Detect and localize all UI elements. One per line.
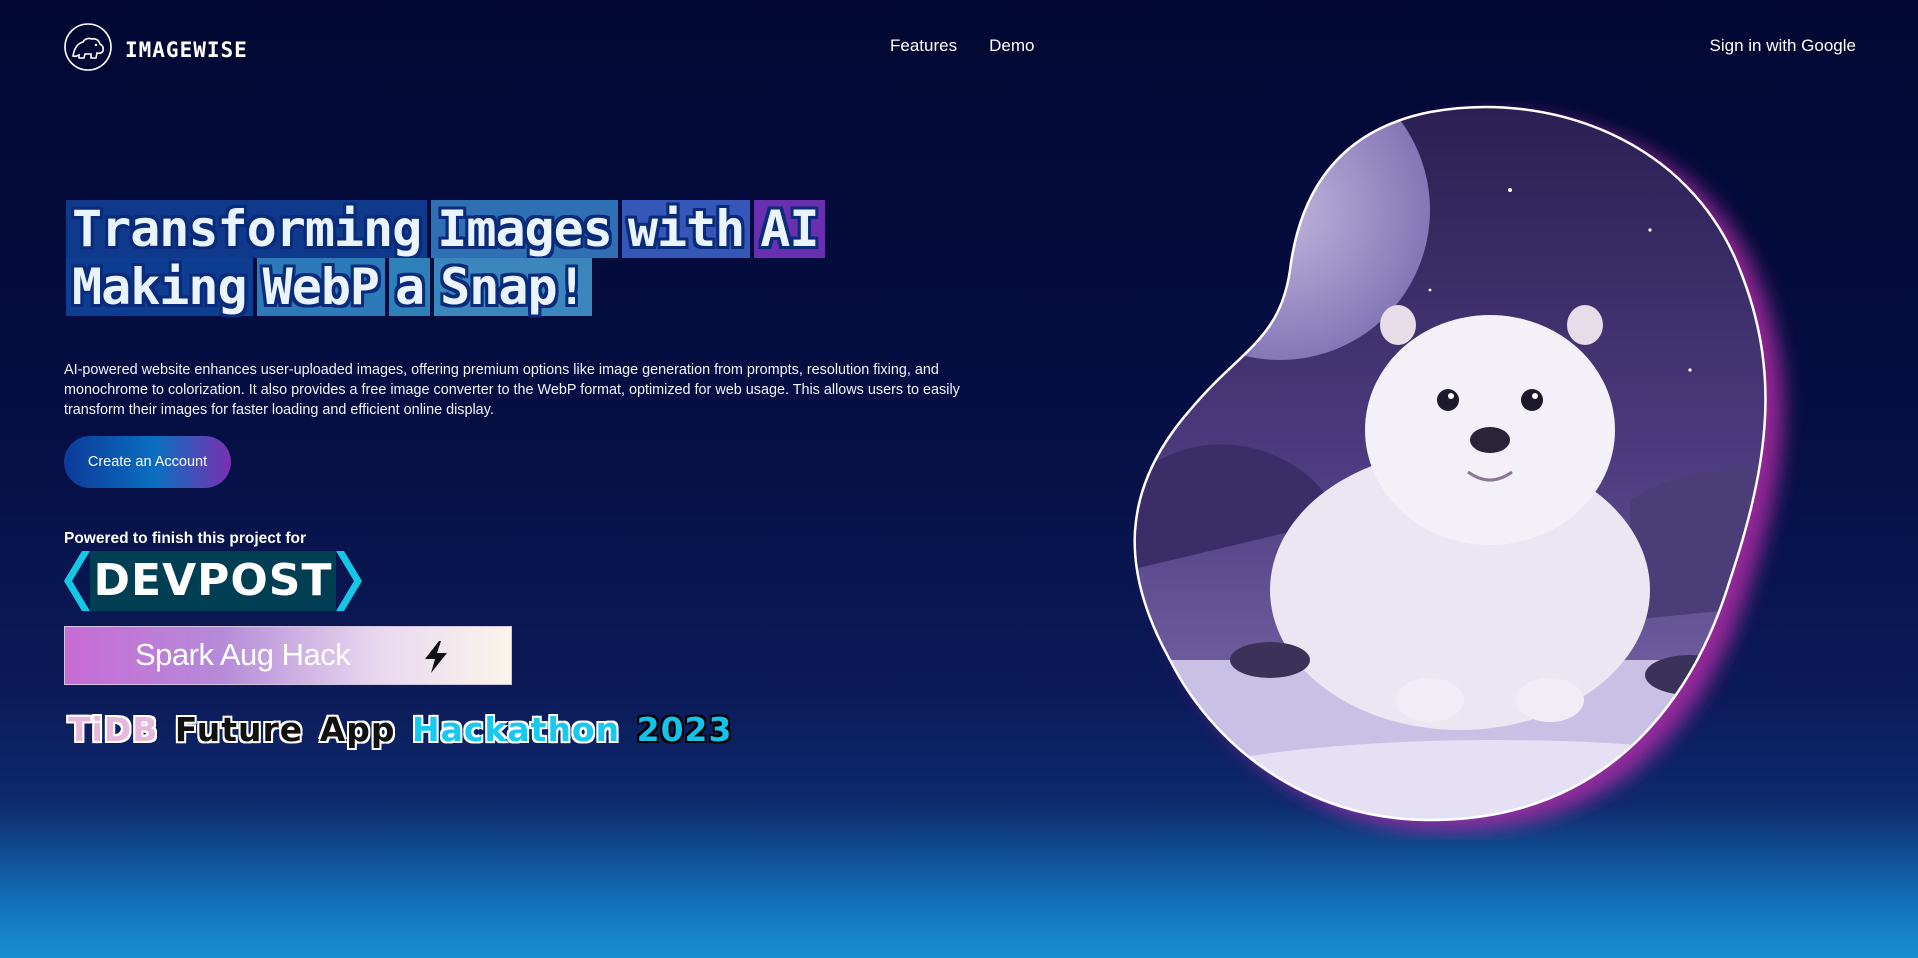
- spark-hack-banner[interactable]: Spark Aug Hack: [64, 626, 512, 685]
- hero-image: [1130, 100, 1860, 840]
- right-bracket-icon: [336, 551, 362, 611]
- site-header: IMAGEWISE Features Demo Sign in with Goo…: [0, 0, 1918, 92]
- hackathon-word: Hackathon: [412, 710, 621, 749]
- main-nav: Features Demo: [890, 36, 1034, 56]
- headline-word: Making: [66, 258, 253, 316]
- headline-word: Transforming: [66, 200, 428, 258]
- bear-logo-icon: [63, 22, 113, 77]
- create-account-button[interactable]: Create an Account: [64, 436, 231, 488]
- nav-features[interactable]: Features: [890, 36, 957, 56]
- hero-headline: Transforming Images with AI Making WebP a Snap…: [66, 200, 829, 316]
- tidb-hackathon-banner[interactable]: TiDB Future App Hackathon 2023: [66, 710, 734, 749]
- left-bracket-icon: [64, 551, 90, 611]
- otter-illustration-icon: [1133, 105, 1784, 830]
- headline-word: Images: [431, 200, 618, 258]
- headline-word: Snap!: [434, 258, 592, 316]
- tidb-word: TiDB: [68, 710, 159, 749]
- lightning-bolt-icon: [425, 641, 447, 673]
- headline-word: AI: [754, 200, 825, 258]
- signin-google-link[interactable]: Sign in with Google: [1710, 36, 1856, 56]
- headline-line-2: Making WebP a Snap!: [66, 258, 829, 316]
- logo[interactable]: IMAGEWISE: [63, 22, 248, 77]
- app-word: App: [319, 710, 396, 749]
- year-word: 2023: [636, 710, 733, 749]
- hero-description: AI-powered website enhances user-uploade…: [64, 362, 960, 418]
- devpost-label: DEVPOST: [90, 551, 336, 611]
- spark-label: Spark Aug Hack: [135, 637, 351, 672]
- headline-word: a: [389, 258, 431, 316]
- brand-name: IMAGEWISE: [125, 37, 248, 62]
- headline-line-1: Transforming Images with AI: [66, 200, 829, 258]
- future-word: Future: [174, 710, 304, 749]
- headline-word: WebP: [256, 258, 386, 316]
- powered-label: Powered to finish this project for: [64, 530, 306, 547]
- headline-word: with: [621, 200, 751, 258]
- devpost-badge[interactable]: DEVPOST: [64, 551, 362, 611]
- nav-demo[interactable]: Demo: [989, 36, 1034, 56]
